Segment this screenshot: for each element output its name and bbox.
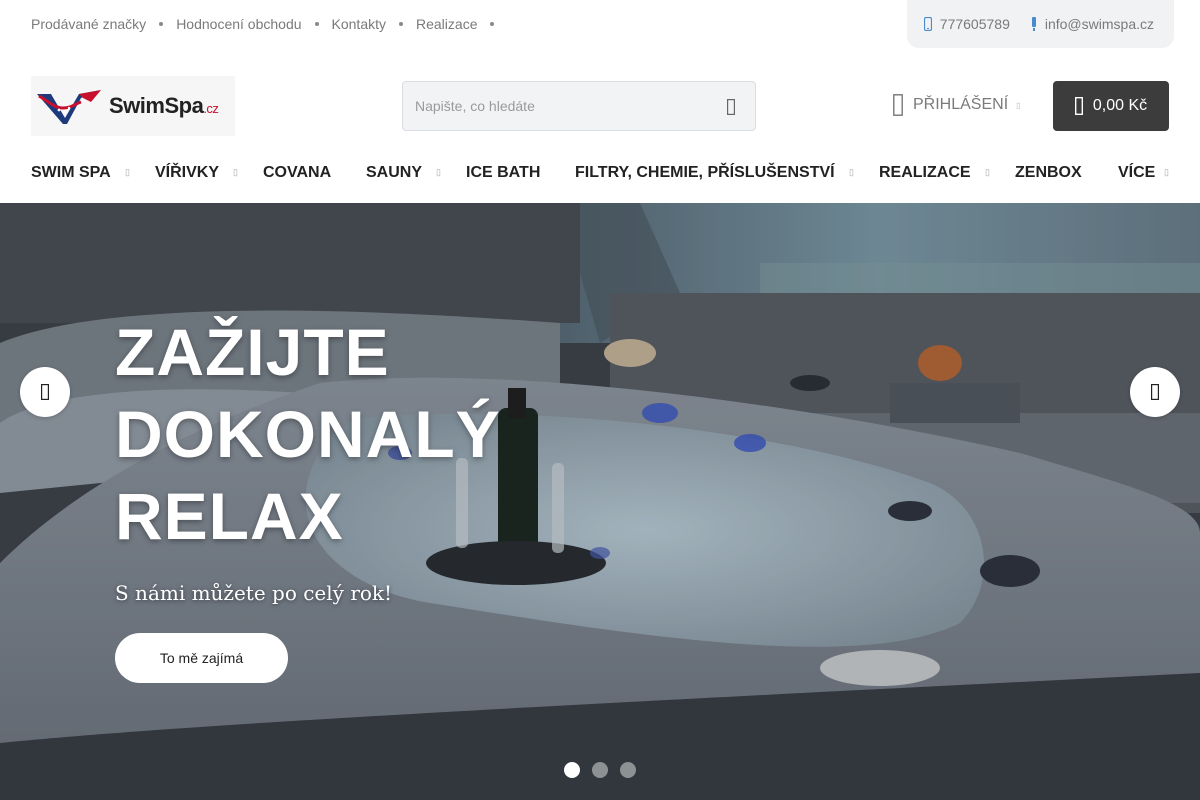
chevron-down-icon: ▯ — [849, 167, 854, 177]
cart-total: 0,00 Kč — [1092, 97, 1148, 114]
nav-item-swim-spa[interactable]: SWIM SPA — [31, 164, 111, 182]
slider-dot[interactable] — [592, 762, 608, 778]
nav-item-sauny[interactable]: SAUNY — [366, 164, 422, 182]
nav-item-virivky[interactable]: VÍŘIVKY — [155, 164, 219, 182]
phone-number: 777605789 — [939, 16, 1010, 32]
hero-subtitle: S námi můžete po celý rok! — [115, 581, 393, 605]
search-input[interactable] — [415, 82, 705, 130]
separator-dot — [159, 22, 164, 26]
chevron-down-icon: ▯ — [125, 167, 130, 177]
login-label: PŘIHLÁŠENÍ — [913, 96, 1009, 113]
logo-name: SwimSpa — [109, 93, 204, 118]
logo-emblem-icon — [37, 90, 101, 124]
nav-item-covana[interactable]: COVANA — [263, 164, 331, 182]
hero-title: ZAŽIJTE DOKONALÝ RELAX — [115, 311, 501, 557]
contact-box: 777605789 info@swimspa.cz — [907, 0, 1174, 48]
chevron-down-icon: ▯ — [1016, 100, 1021, 110]
logo-suffix: .cz — [203, 101, 219, 116]
site-logo[interactable]: SwimSpa.cz — [31, 76, 235, 136]
main-nav: SWIM SPA ▯ VÍŘIVKY ▯ COVANA SAUNY ▯ ICE … — [0, 150, 1200, 195]
slider-prev-button[interactable] — [20, 367, 70, 417]
logo-text: SwimSpa.cz — [109, 93, 219, 119]
slider-dot[interactable] — [564, 762, 580, 778]
chevron-down-icon: ▯ — [985, 167, 990, 177]
slider-next-button[interactable] — [1130, 367, 1180, 417]
separator-dot — [314, 22, 319, 26]
arrow-right-icon — [1151, 384, 1159, 400]
top-link-reviews[interactable]: Hodnocení obchodu — [176, 16, 301, 32]
email-address: info@swimspa.cz — [1044, 16, 1154, 32]
cart-button[interactable]: 0,00 Kč — [1053, 81, 1169, 131]
separator-dot — [399, 22, 403, 26]
login-button[interactable]: PŘIHLÁŠENÍ ▯ — [893, 94, 1021, 116]
nav-item-filtry[interactable]: FILTRY, CHEMIE, PŘÍSLUŠENSTVÍ — [575, 164, 835, 182]
email-link[interactable]: info@swimspa.cz — [1031, 16, 1154, 32]
hero-title-line: DOKONALÝ — [115, 397, 501, 471]
cart-icon — [1074, 97, 1083, 115]
top-bar: Prodávané značky Hodnocení obchodu Konta… — [0, 0, 1200, 48]
top-links: Prodávané značky Hodnocení obchodu Konta… — [31, 16, 507, 32]
slider-dot[interactable] — [620, 762, 636, 778]
arrow-left-icon — [41, 384, 49, 400]
search-button[interactable] — [721, 97, 741, 117]
nav-item-zenbox[interactable]: ZENBOX — [1015, 164, 1082, 182]
nav-item-realizace[interactable]: REALIZACE — [879, 164, 971, 182]
email-icon — [1031, 17, 1036, 31]
nav-item-vice[interactable]: VÍCE — [1118, 164, 1155, 182]
hero-title-line: RELAX — [115, 479, 344, 553]
nav-item-ice-bath[interactable]: ICE BATH — [466, 164, 540, 182]
search-icon — [727, 99, 735, 115]
chevron-down-icon: ▯ — [233, 167, 238, 177]
hero-slider: ZAŽIJTE DOKONALÝ RELAX S námi můžete po … — [0, 203, 1200, 800]
slider-dots — [564, 762, 648, 778]
top-link-contacts[interactable]: Kontakty — [332, 16, 386, 32]
chevron-down-icon: ▯ — [1164, 167, 1169, 177]
phone-icon — [923, 17, 932, 31]
hero-title-line: ZAŽIJTE — [115, 315, 390, 389]
top-link-brands[interactable]: Prodávané značky — [31, 16, 146, 32]
search-box — [402, 81, 756, 131]
separator-dot — [490, 22, 495, 26]
user-icon — [893, 94, 903, 116]
chevron-down-icon: ▯ — [436, 167, 441, 177]
phone-link[interactable]: 777605789 — [923, 16, 1010, 32]
top-link-realizations[interactable]: Realizace — [416, 16, 477, 32]
hero-cta-button[interactable]: To mě zajímá — [115, 633, 288, 683]
